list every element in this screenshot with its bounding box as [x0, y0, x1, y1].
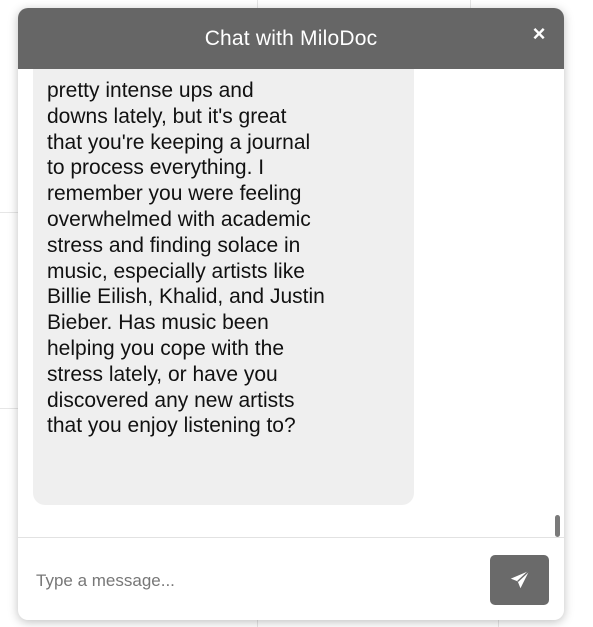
- message-input[interactable]: [34, 560, 478, 602]
- chat-header: Chat with MiloDoc ×: [18, 8, 564, 69]
- close-icon: ×: [532, 21, 546, 46]
- bot-message-bubble: pretty intense ups and downs lately, but…: [33, 69, 414, 505]
- scrollbar-thumb[interactable]: [555, 515, 560, 537]
- chat-widget: Chat with MiloDoc × pretty intense ups a…: [18, 8, 564, 620]
- background-divider: [0, 408, 18, 409]
- send-icon: [510, 570, 530, 589]
- send-button[interactable]: [490, 555, 549, 605]
- background-divider: [470, 0, 471, 8]
- composer: [18, 538, 564, 620]
- background-divider: [498, 620, 499, 627]
- message-list[interactable]: pretty intense ups and downs lately, but…: [18, 69, 564, 537]
- background-divider: [0, 212, 18, 213]
- chat-title: Chat with MiloDoc: [204, 26, 378, 50]
- background-divider: [257, 620, 258, 627]
- background-divider: [257, 0, 258, 8]
- close-button[interactable]: ×: [528, 23, 550, 45]
- bot-message-text: pretty intense ups and downs lately, but…: [47, 79, 325, 438]
